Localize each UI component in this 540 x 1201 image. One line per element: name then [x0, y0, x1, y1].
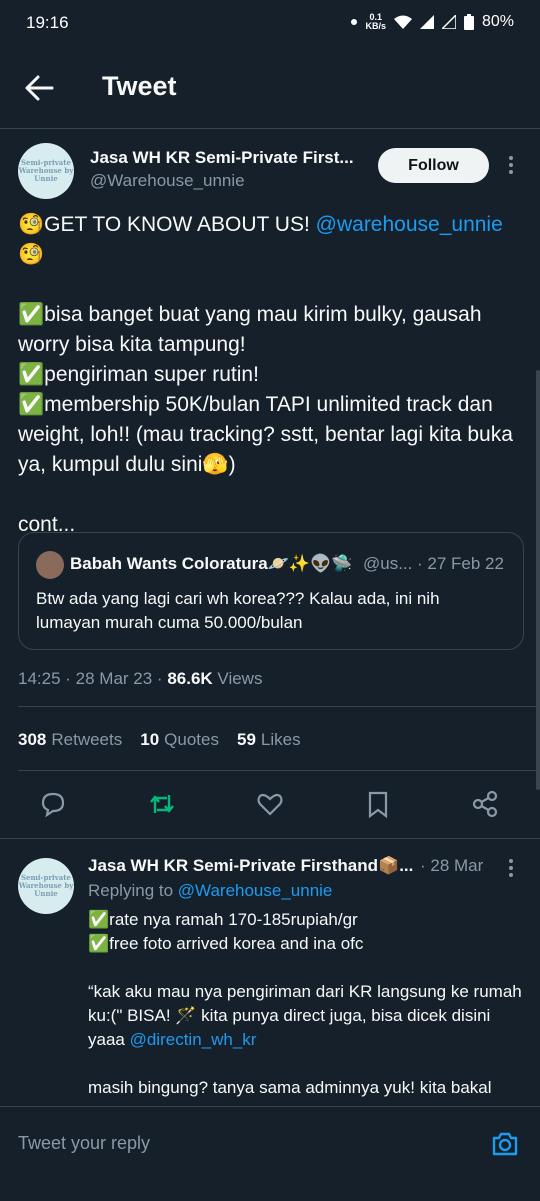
divider — [18, 706, 540, 707]
retweets-stat[interactable]: 308 Retweets — [18, 730, 122, 750]
page-title: Tweet — [102, 71, 177, 101]
follow-button[interactable]: Follow — [378, 148, 489, 183]
author-name[interactable]: Jasa WH KR Semi-Private First... — [90, 148, 370, 168]
reply-author-avatar[interactable]: Semi-private Warehouse by Unnie — [18, 858, 74, 914]
tweet-stats: 308 Retweets 10 Quotes 59 Likes — [18, 730, 301, 750]
battery-icon — [463, 14, 474, 30]
camera-icon[interactable] — [490, 1129, 520, 1159]
reply-input[interactable]: Tweet your reply — [18, 1133, 150, 1154]
signal-2-icon — [441, 15, 456, 29]
divider — [18, 770, 540, 771]
quoted-text: Btw ada yang lagi cari wh korea??? Kalau… — [36, 589, 440, 632]
quoted-date: · 27 Feb 22 — [417, 554, 504, 573]
reply-compose-bar: Tweet your reply — [0, 1106, 540, 1201]
replying-to: Replying to @Warehouse_unnie — [88, 881, 333, 900]
retweet-icon[interactable] — [147, 789, 177, 819]
reply-icon[interactable] — [38, 789, 68, 819]
share-icon[interactable] — [470, 789, 500, 819]
quoted-author-avatar — [36, 551, 64, 579]
author-avatar[interactable]: Semi-private Warehouse by Unnie — [18, 143, 74, 199]
reply-mention-link[interactable]: @directin_wh_kr — [130, 1030, 257, 1049]
back-arrow-icon[interactable] — [24, 74, 54, 102]
reply-author-name[interactable]: Jasa WH KR Semi-Private Firsthand📦... — [88, 856, 418, 876]
wifi-icon — [393, 15, 412, 29]
section-divider — [0, 838, 540, 839]
views-count: 86.6K — [167, 669, 213, 688]
app-bar: Tweet — [0, 48, 540, 129]
scrollbar[interactable] — [536, 370, 540, 790]
signal-icon — [419, 15, 434, 29]
network-speed: 0.1 KB/s — [365, 12, 386, 31]
status-time: 19:16 — [26, 13, 69, 32]
replying-handle-link[interactable]: @Warehouse_unnie — [178, 881, 333, 900]
like-icon[interactable] — [255, 789, 285, 819]
likes-stat[interactable]: 59 Likes — [237, 730, 301, 750]
quoted-tweet[interactable]: Babah Wants Coloratura🪐✨👽🛸 @us... · 27 F… — [18, 532, 524, 650]
reply-text: ✅rate nya ramah 170-185rupiah/gr ✅free f… — [88, 910, 522, 1097]
author-handle[interactable]: @Warehouse_unnie — [90, 171, 245, 191]
tweet-text: 🧐GET TO KNOW ABOUT US! @warehouse_unnie … — [18, 213, 513, 536]
reply-date: · 28 Mar — [420, 856, 484, 875]
mention-link[interactable]: @warehouse_unnie — [316, 213, 503, 236]
reply-more-options-icon[interactable] — [509, 856, 515, 880]
quotes-stat[interactable]: 10 Quotes — [140, 730, 219, 750]
battery-level: 80% — [481, 13, 514, 30]
notification-dot-icon — [351, 19, 358, 25]
bookmark-icon[interactable] — [363, 789, 393, 819]
tweet-actions — [0, 783, 540, 827]
more-options-icon[interactable] — [509, 153, 515, 177]
quoted-author-name: Babah Wants Coloratura🪐✨👽🛸 — [70, 554, 353, 573]
status-icons: 0.1 KB/s 80% — [351, 13, 514, 31]
quoted-author-handle: @us... — [363, 554, 413, 573]
tweet-meta: 14:25 · 28 Mar 23 · 86.6K Views — [18, 669, 263, 688]
status-bar: 19:16 0.1 KB/s 80% — [0, 0, 540, 48]
